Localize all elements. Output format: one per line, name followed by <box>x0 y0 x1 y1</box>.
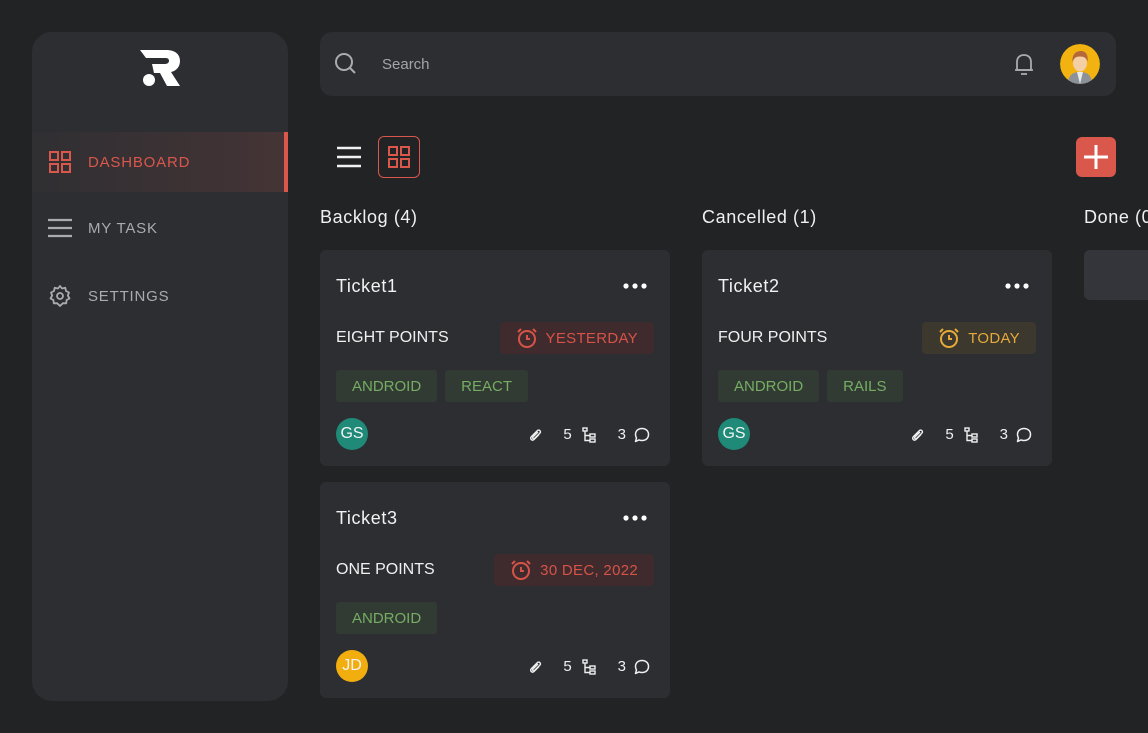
tag-list: ANDROID RAILS <box>718 370 903 402</box>
bell-icon[interactable] <box>1010 50 1038 78</box>
alarm-clock-icon <box>516 328 537 348</box>
more-options-icon[interactable] <box>622 514 648 522</box>
sidebar-item-label: MY TASK <box>88 219 158 237</box>
comment-count: 3 <box>617 426 626 443</box>
tag-list: ANDROID <box>336 602 438 634</box>
alarm-clock-icon <box>511 560 531 580</box>
sidebar-item-label: DASHBOARD <box>88 153 191 171</box>
subtask-icon <box>581 658 598 675</box>
search-icon <box>335 53 356 74</box>
grid-icon <box>48 150 72 174</box>
paperclip-icon[interactable] <box>527 659 543 675</box>
assignee-avatar[interactable]: GS <box>336 418 368 450</box>
comment-icon[interactable] <box>634 659 650 675</box>
ticket-title: Ticket1 <box>336 276 398 296</box>
sidebar-item-dashboard[interactable]: DASHBOARD <box>32 132 288 192</box>
gear-icon <box>48 284 72 308</box>
tag[interactable]: RAILS <box>827 370 903 402</box>
paperclip-icon[interactable] <box>527 427 543 443</box>
subtask-icon <box>581 426 598 443</box>
column-title-cancelled: Cancelled (1) <box>702 207 817 227</box>
assignee-avatar[interactable]: GS <box>718 418 750 450</box>
story-points: ONE POINTS <box>336 561 435 578</box>
assignee-avatar[interactable]: JD <box>336 650 368 682</box>
tag[interactable]: ANDROID <box>718 370 820 402</box>
add-ticket-button[interactable] <box>1076 137 1116 177</box>
more-options-icon[interactable] <box>1004 282 1030 290</box>
due-date-text: 30 DEC, 2022 <box>540 561 638 579</box>
subtask-count: 5 <box>563 426 572 443</box>
comment-count: 3 <box>617 658 626 675</box>
ticket-card[interactable]: Ticket3 ONE POINTS 30 DEC, 2022 ANDROID … <box>320 482 670 698</box>
due-date-text: YESTERDAY <box>545 329 638 347</box>
comment-icon[interactable] <box>634 427 650 443</box>
more-options-icon[interactable] <box>622 282 648 290</box>
logo-icon <box>140 50 180 86</box>
tag[interactable]: REACT <box>445 370 529 402</box>
column-title-backlog: Backlog (4) <box>320 207 418 227</box>
list-icon <box>48 216 72 240</box>
alarm-clock-icon <box>939 328 959 348</box>
paperclip-icon[interactable] <box>909 427 925 443</box>
avatar[interactable] <box>1060 44 1100 84</box>
list-view-button[interactable] <box>330 138 368 176</box>
due-date-badge: YESTERDAY <box>499 322 654 354</box>
search-input[interactable] <box>372 48 932 80</box>
ticket-title: Ticket3 <box>336 508 398 528</box>
comment-count: 3 <box>999 426 1008 443</box>
due-date-badge: TODAY <box>922 322 1036 354</box>
subtask-icon <box>963 426 980 443</box>
ticket-title: Ticket2 <box>718 276 780 296</box>
list-icon <box>337 146 361 168</box>
user-avatar-icon <box>1060 44 1100 84</box>
ticket-meta: 5 3 <box>909 426 1032 443</box>
empty-column-placeholder <box>1084 250 1148 300</box>
top-bar <box>320 32 1116 96</box>
subtask-count: 5 <box>563 658 572 675</box>
due-date-badge: 30 DEC, 2022 <box>494 554 654 586</box>
subtask-count: 5 <box>945 426 954 443</box>
story-points: FOUR POINTS <box>718 329 828 346</box>
sidebar-item-settings[interactable]: SETTINGS <box>32 266 288 326</box>
ticket-card[interactable]: Ticket1 EIGHT POINTS YESTERDAY ANDROID R… <box>320 250 670 466</box>
ticket-meta: 5 3 <box>527 426 650 443</box>
grid-icon <box>388 146 410 168</box>
tag[interactable]: ANDROID <box>336 370 438 402</box>
sidebar-item-label: SETTINGS <box>88 287 170 305</box>
column-title-done: Done (0 <box>1084 207 1148 227</box>
ticket-meta: 5 3 <box>527 658 650 675</box>
tag-list: ANDROID REACT <box>336 370 529 402</box>
story-points: EIGHT POINTS <box>336 329 449 346</box>
comment-icon[interactable] <box>1016 427 1032 443</box>
sidebar: DASHBOARD MY TASK SETTINGS <box>32 32 288 701</box>
sidebar-item-my-task[interactable]: MY TASK <box>32 198 288 258</box>
plus-icon <box>1084 145 1108 169</box>
due-date-text: TODAY <box>968 329 1020 347</box>
tag[interactable]: ANDROID <box>336 602 438 634</box>
grid-view-button[interactable] <box>378 136 420 178</box>
ticket-card[interactable]: Ticket2 FOUR POINTS TODAY ANDROID RAILS … <box>702 250 1052 466</box>
